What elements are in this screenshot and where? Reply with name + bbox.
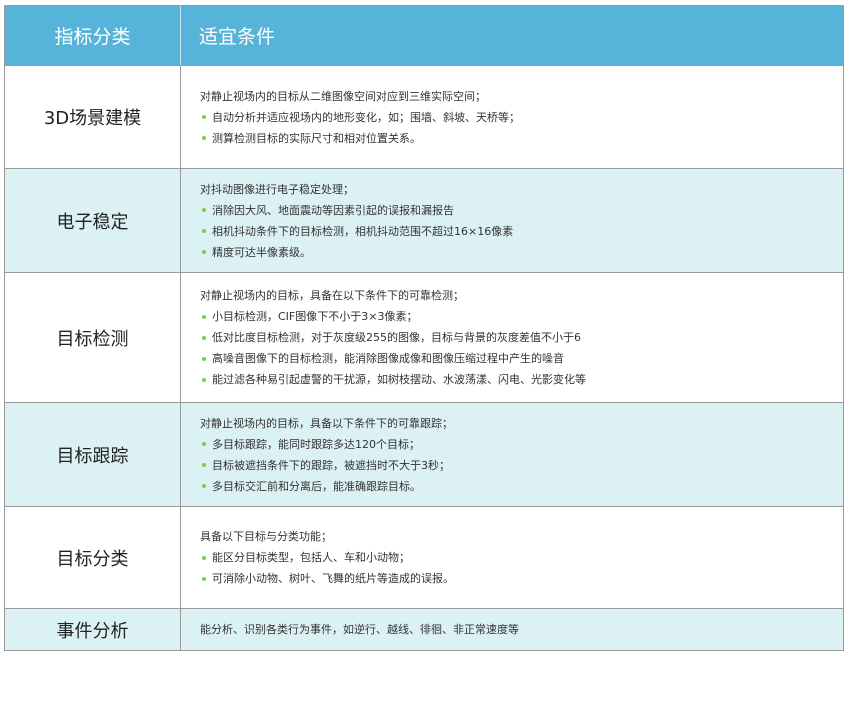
list-item: 多目标交汇前和分离后，能准确跟踪目标。 — [200, 476, 843, 497]
list-item-text: 能区分目标类型，包括人、车和小动物； — [212, 551, 410, 564]
list-item-text: 目标被遮挡条件下的跟踪，被遮挡时不大于3秒； — [212, 458, 450, 472]
list-item: 能过滤各种易引起虚警的干扰源，如树枝摆动、水波荡漾、闪电、光影变化等 — [200, 369, 843, 390]
table-header: 指标分类 适宜条件 — [5, 6, 843, 65]
list-item-text: 能过滤各种易引起虚警的干扰源，如树枝摆动、水波荡漾、闪电、光影变化等 — [212, 373, 586, 386]
bullet-dot-icon — [202, 484, 206, 488]
list-item: 多目标跟踪，能同时跟踪多达120个目标； — [200, 434, 843, 455]
list-item: 低对比度目标检测，对于灰度级255的图像，目标与背景的灰度差值不小于6 — [200, 327, 843, 348]
list-item: 能区分目标类型，包括人、车和小动物； — [200, 547, 843, 568]
list-item-text: 自动分析并适应视场内的地形变化，如；围墙、斜坡、天桥等； — [212, 110, 520, 124]
row-conditions: 对静止视场内的目标，具备以下条件下的可靠跟踪； 多目标跟踪，能同时跟踪多达120… — [181, 403, 843, 506]
table-row: 3D场景建模 对静止视场内的目标从二维图像空间对应到三维实际空间； 自动分析并适… — [5, 65, 843, 168]
list-item-text: 高噪音图像下的目标检测，能消除图像成像和图像压缩过程中产生的噪音 — [212, 352, 564, 365]
row-name: 电子稳定 — [5, 169, 181, 272]
header-conditions: 适宜条件 — [181, 6, 843, 65]
row-name: 目标分类 — [5, 507, 181, 608]
bullet-dot-icon — [202, 442, 206, 446]
header-conditions-label: 适宜条件 — [199, 26, 276, 48]
row-conditions: 具备以下目标与分类功能； 能区分目标类型，包括人、车和小动物； 可消除小动物、树… — [181, 507, 843, 608]
bullet-dot-icon — [202, 208, 206, 212]
row-intro: 对静止视场内的目标从二维图像空间对应到三维实际空间； — [200, 89, 486, 103]
list-item: 高噪音图像下的目标检测，能消除图像成像和图像压缩过程中产生的噪音 — [200, 348, 843, 369]
table-row: 目标检测 对静止视场内的目标，具备在以下条件下的可靠检测； 小目标检测，CIF图… — [5, 272, 843, 402]
row-conditions: 对抖动图像进行电子稳定处理； 消除因大风、地面震动等因素引起的误报和漏报告 相机… — [181, 169, 843, 272]
list-item-text: 小目标检测，CIF图像下不小于3×3像素； — [212, 310, 418, 323]
row-intro: 具备以下目标与分类功能； — [200, 530, 332, 543]
list-item: 测算检测目标的实际尺寸和相对位置关系。 — [200, 128, 843, 149]
bullet-dot-icon — [202, 229, 206, 233]
bullet-dot-icon — [202, 314, 206, 319]
bullet-dot-icon — [202, 356, 206, 361]
row-name: 3D场景建模 — [5, 66, 181, 168]
row-conditions: 对静止视场内的目标，具备在以下条件下的可靠检测； 小目标检测，CIF图像下不小于… — [181, 273, 843, 402]
bullet-dot-icon — [202, 335, 206, 340]
list-item: 消除因大风、地面震动等因素引起的误报和漏报告 — [200, 200, 843, 221]
list-item: 精度可达半像素级。 — [200, 242, 843, 263]
bullet-dot-icon — [202, 576, 206, 581]
row-name: 目标检测 — [5, 273, 181, 402]
row-intro: 对静止视场内的目标，具备以下条件下的可靠跟踪； — [200, 416, 453, 430]
list-item: 相机抖动条件下的目标检测，相机抖动范围不超过16×16像素 — [200, 221, 843, 242]
list-item-text: 多目标交汇前和分离后，能准确跟踪目标。 — [212, 479, 421, 493]
list-item-text: 精度可达半像素级。 — [212, 245, 311, 259]
row-intro: 对静止视场内的目标，具备在以下条件下的可靠检测； — [200, 289, 464, 302]
list-item-text: 低对比度目标检测，对于灰度级255的图像，目标与背景的灰度差值不小于6 — [212, 331, 581, 344]
table-row: 目标分类 具备以下目标与分类功能； 能区分目标类型，包括人、车和小动物； 可消除… — [5, 506, 843, 608]
table-row: 目标跟踪 对静止视场内的目标，具备以下条件下的可靠跟踪； 多目标跟踪，能同时跟踪… — [5, 402, 843, 506]
list-item: 自动分析并适应视场内的地形变化，如；围墙、斜坡、天桥等； — [200, 107, 843, 128]
row-intro: 能分析、识别各类行为事件，如逆行、越线、徘徊、非正常速度等 — [200, 623, 519, 636]
bullet-dot-icon — [202, 555, 206, 560]
header-category: 指标分类 — [5, 6, 181, 65]
list-item-text: 消除因大风、地面震动等因素引起的误报和漏报告 — [212, 203, 454, 217]
list-item-text: 相机抖动条件下的目标检测，相机抖动范围不超过16×16像素 — [212, 224, 514, 238]
table-row: 电子稳定 对抖动图像进行电子稳定处理； 消除因大风、地面震动等因素引起的误报和漏… — [5, 168, 843, 272]
list-item: 可消除小动物、树叶、飞舞的纸片等造成的误报。 — [200, 568, 843, 589]
row-name: 目标跟踪 — [5, 403, 181, 506]
spec-table: 指标分类 适宜条件 3D场景建模 对静止视场内的目标从二维图像空间对应到三维实际… — [4, 5, 844, 651]
bullet-dot-icon — [202, 377, 206, 382]
list-item: 小目标检测，CIF图像下不小于3×3像素； — [200, 306, 843, 327]
list-item: 目标被遮挡条件下的跟踪，被遮挡时不大于3秒； — [200, 455, 843, 476]
row-intro: 对抖动图像进行电子稳定处理； — [200, 182, 354, 196]
bullet-dot-icon — [202, 463, 206, 467]
row-name: 事件分析 — [5, 609, 181, 650]
bullet-dot-icon — [202, 136, 206, 140]
row-conditions: 能分析、识别各类行为事件，如逆行、越线、徘徊、非正常速度等 — [181, 609, 843, 650]
list-item-text: 可消除小动物、树叶、飞舞的纸片等造成的误报。 — [212, 572, 454, 585]
table-row: 事件分析 能分析、识别各类行为事件，如逆行、越线、徘徊、非正常速度等 — [5, 608, 843, 650]
bullet-dot-icon — [202, 250, 206, 254]
row-conditions: 对静止视场内的目标从二维图像空间对应到三维实际空间； 自动分析并适应视场内的地形… — [181, 66, 843, 168]
list-item-text: 多目标跟踪，能同时跟踪多达120个目标； — [212, 437, 420, 451]
list-item-text: 测算检测目标的实际尺寸和相对位置关系。 — [212, 131, 421, 145]
bullet-dot-icon — [202, 115, 206, 119]
